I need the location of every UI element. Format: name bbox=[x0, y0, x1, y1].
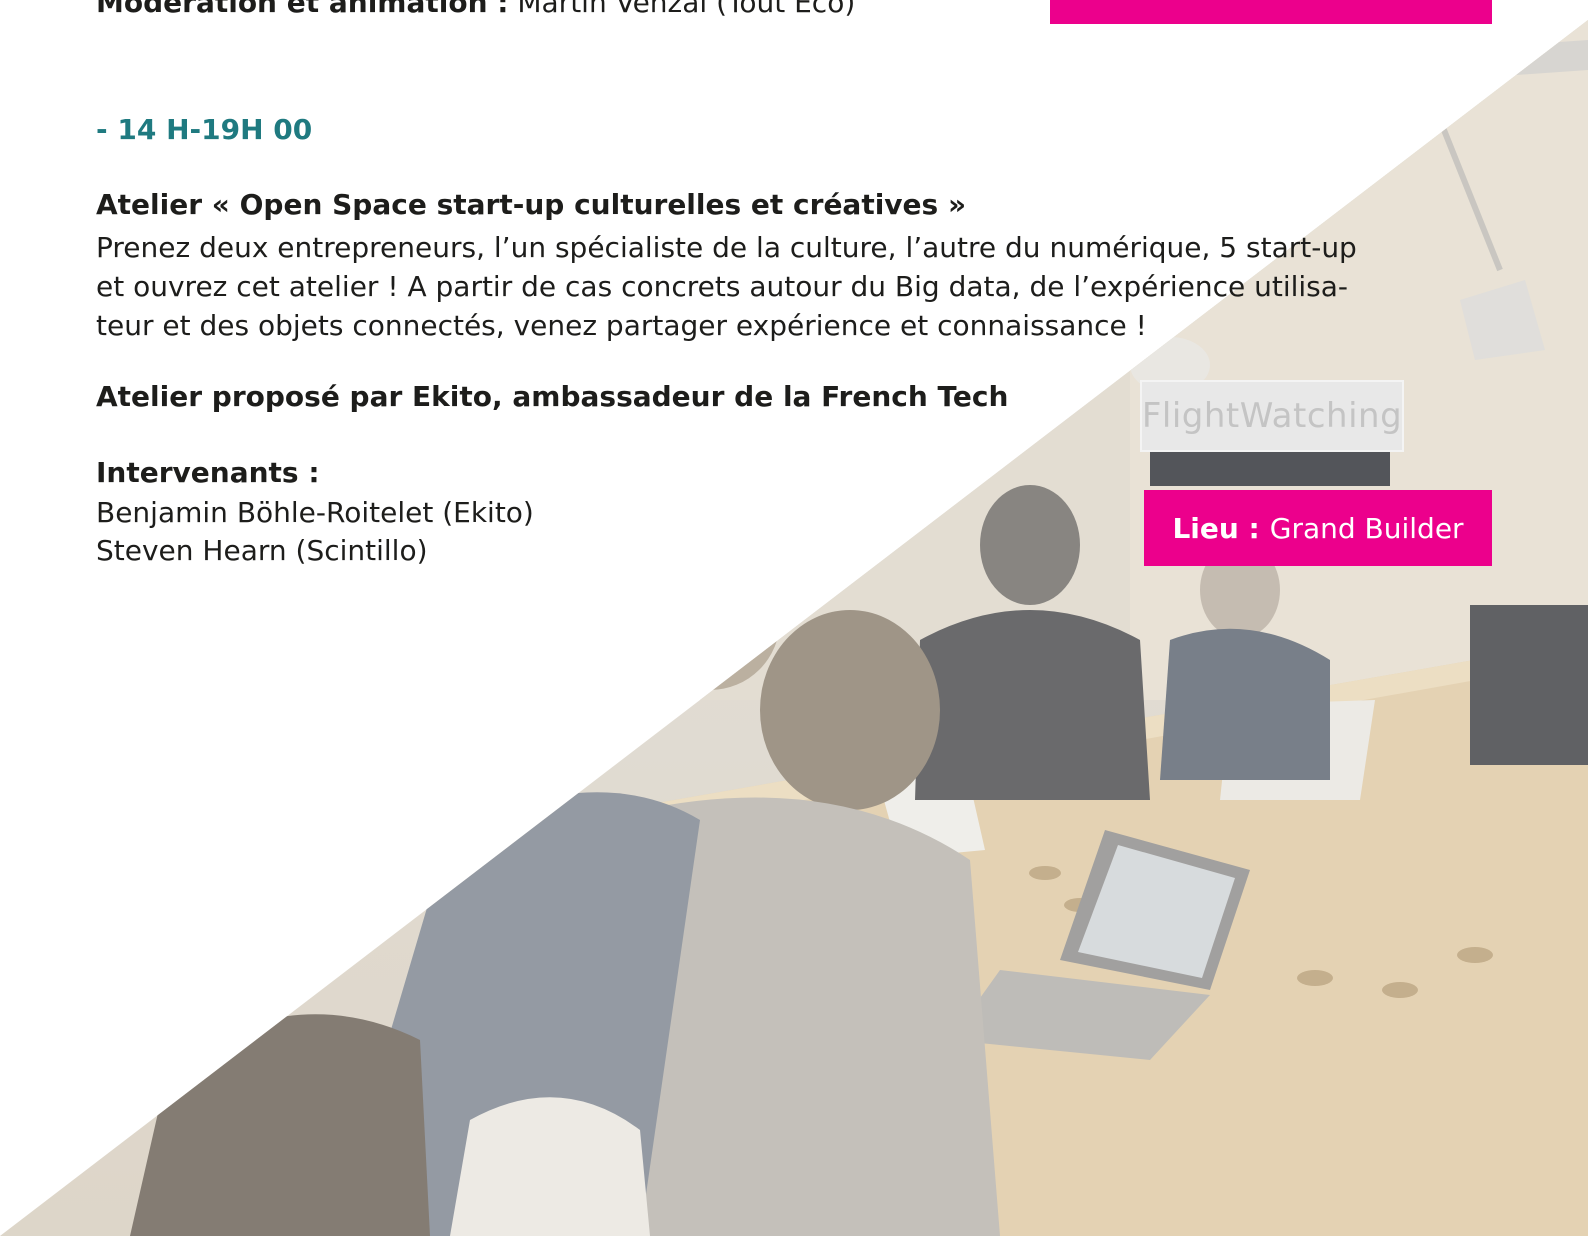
speaker-item: Steven Hearn (Scintillo) bbox=[96, 534, 428, 567]
photo-fade-overlay bbox=[0, 20, 1588, 1236]
session-organizer: Atelier proposé par Ekito, ambassadeur d… bbox=[96, 380, 1009, 413]
speakers-heading: Intervenants : bbox=[96, 456, 320, 489]
venue-label: Lieu : bbox=[1172, 511, 1260, 545]
session-time: - 14 H-19H 00 bbox=[96, 113, 313, 146]
session-title: Atelier « Open Space start-up culturelle… bbox=[96, 188, 967, 221]
speaker-item: Benjamin Böhle-Roitelet (Ekito) bbox=[96, 496, 534, 529]
moderation-value: Martin Venzal (Tout Eco) bbox=[517, 0, 856, 19]
description-line: teur et des objets connectés, venez part… bbox=[96, 309, 1147, 342]
moderation-line: Modération et animation : Martin Venzal … bbox=[96, 0, 855, 19]
description-line: Prenez deux entrepreneurs, l’un spéciali… bbox=[96, 231, 1357, 264]
venue-badge: Lieu : Grand Builder bbox=[1144, 490, 1492, 566]
top-magenta-band bbox=[1050, 0, 1492, 24]
session-description: Prenez deux entrepreneurs, l’un spéciali… bbox=[96, 228, 1496, 345]
background-photo: FlightWatching bbox=[0, 20, 1588, 1236]
venue-value: Grand Builder bbox=[1269, 511, 1464, 545]
description-line: et ouvrez cet atelier ! A partir de cas … bbox=[96, 270, 1349, 303]
moderation-label: Modération et animation : bbox=[96, 0, 509, 19]
